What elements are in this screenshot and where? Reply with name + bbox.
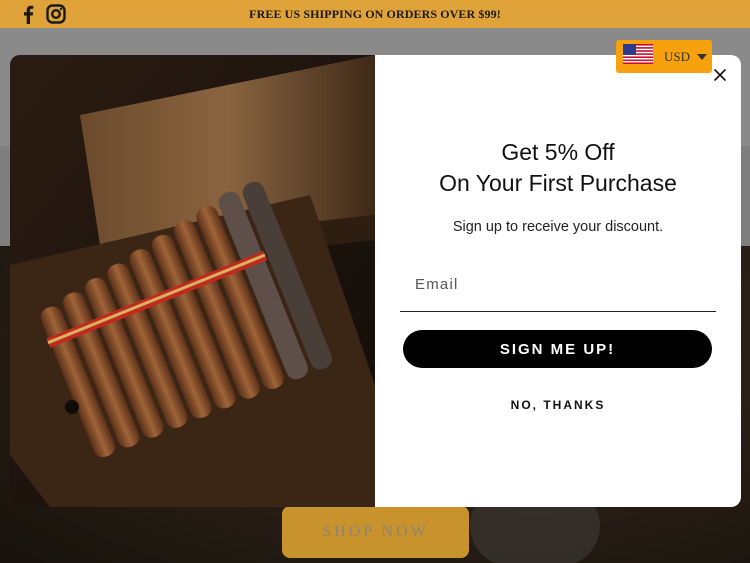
modal-title-line1: Get 5% Off (501, 139, 615, 165)
us-flag-icon (623, 44, 653, 69)
currency-code: USD (664, 48, 691, 64)
sign-up-button[interactable]: SIGN ME UP! (403, 330, 712, 368)
chevron-down-icon (697, 53, 708, 60)
cigars-image (10, 55, 375, 507)
modal-subtitle: Sign up to receive your discount. (452, 219, 664, 235)
no-thanks-link[interactable]: NO, THANKS (375, 398, 741, 412)
shop-now-button[interactable]: SHOP NOW (282, 506, 469, 558)
modal-title-line2: On Your First Purchase (439, 170, 677, 196)
announcement-text: FREE US SHIPPING ON ORDERS OVER $99! (249, 7, 501, 21)
currency-selector[interactable]: USD (616, 40, 712, 73)
email-field[interactable] (400, 258, 716, 312)
announcement-bar: FREE US SHIPPING ON ORDERS OVER $99! (0, 0, 750, 28)
signup-modal: Get 5% Off On Your First Purchase Sign u… (10, 55, 741, 507)
signup-form: Get 5% Off On Your First Purchase Sign u… (375, 55, 741, 507)
